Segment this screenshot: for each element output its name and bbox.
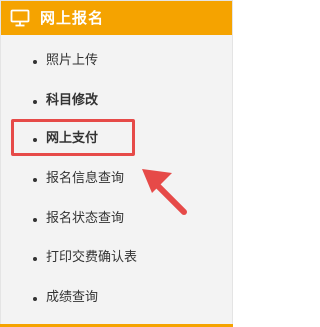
menu-item-label: 报名状态查询 xyxy=(46,211,125,226)
panel-header: 网上报名 xyxy=(1,1,232,35)
menu-item-photo-upload[interactable]: 照片上传 xyxy=(1,47,232,77)
menu-item-label: 成绩查询 xyxy=(46,290,99,305)
menu-item-subject-edit[interactable]: 科目修改 xyxy=(1,87,232,117)
menu-item-print-payment-confirmation[interactable]: 打印交费确认表 xyxy=(1,244,232,274)
menu-item-registration-status-query[interactable]: 报名状态查询 xyxy=(1,205,232,235)
bullet-icon xyxy=(33,257,37,261)
highlight-box xyxy=(11,119,135,156)
bullet-icon xyxy=(33,297,37,301)
menu-item-label: 照片上传 xyxy=(46,53,99,68)
menu-item-label: 报名信息查询 xyxy=(46,171,125,186)
menu-item-score-query[interactable]: 成绩查询 xyxy=(1,284,232,314)
bullet-icon xyxy=(33,100,37,104)
panel-title: 网上报名 xyxy=(40,9,105,27)
menu-item-label: 科目修改 xyxy=(46,93,99,108)
menu-item-registration-info-query[interactable]: 报名信息查询 xyxy=(1,165,232,195)
bullet-icon xyxy=(33,218,37,222)
bullet-icon xyxy=(33,60,37,64)
sidebar-panel: 网上报名 照片上传 科目修改 网上支付 报名信息查询 报名状态查询 打印交费确认… xyxy=(0,0,233,327)
menu-item-label: 打印交费确认表 xyxy=(46,250,138,265)
monitor-icon xyxy=(10,9,30,27)
bullet-icon xyxy=(33,178,37,182)
